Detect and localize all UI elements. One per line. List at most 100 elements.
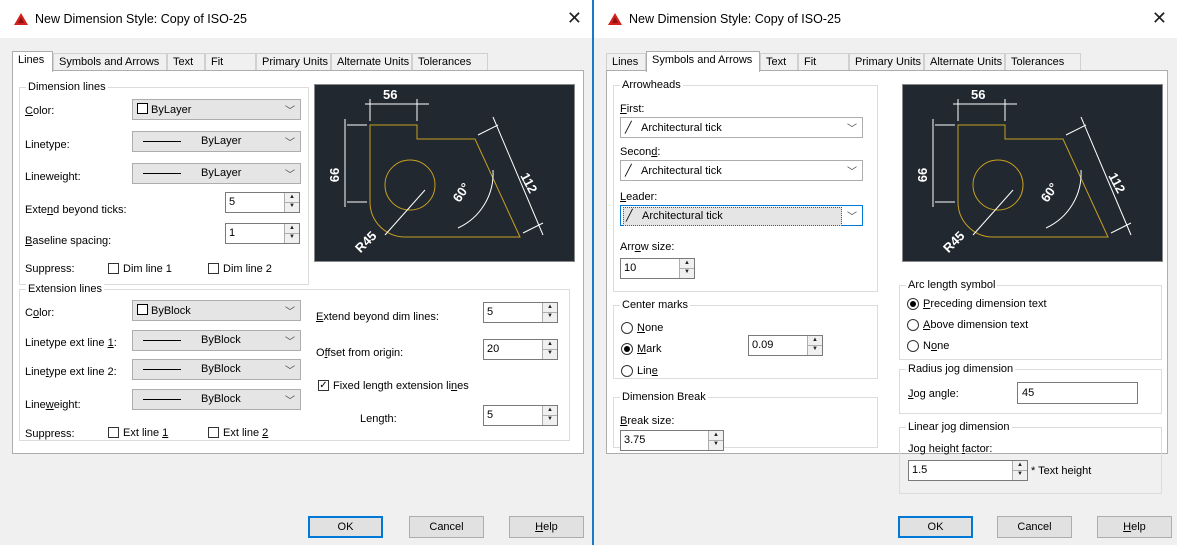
tab-symbols-and-arrows[interactable]: Symbols and Arrows — [646, 51, 760, 72]
tab-primary-units[interactable]: Primary Units — [256, 53, 331, 70]
tab-alternate-units[interactable]: Alternate Units — [331, 53, 412, 70]
center-mark-size-spinner[interactable]: 0.09 ▲ ▼ — [748, 335, 823, 356]
arc-preceding-radio[interactable] — [907, 298, 919, 310]
help-button[interactable]: Help — [509, 516, 584, 538]
help-button[interactable]: Help — [1097, 516, 1172, 538]
center-line-label: Line — [637, 365, 658, 377]
break-size-spinner[interactable]: 3.75 ▲ ▼ — [620, 430, 724, 451]
tab-tolerances[interactable]: Tolerances — [412, 53, 488, 70]
chevron-down-icon: ﹀ — [285, 396, 295, 407]
baseline-spacing-label: Baseline spacing: — [25, 235, 112, 247]
line-sample-icon — [143, 172, 181, 174]
dim-color-select[interactable]: ByLayer ﹀ — [132, 99, 301, 120]
cancel-button[interactable]: Cancel — [409, 516, 484, 538]
ext-linetype-1-select[interactable]: ByBlock ﹀ — [132, 330, 301, 351]
dim-linetype-select[interactable]: ByLayer ﹀ — [132, 131, 301, 152]
center-line-radio[interactable] — [621, 365, 633, 377]
dim-line-1-checkbox[interactable] — [108, 263, 119, 274]
center-none-label: None — [637, 322, 664, 334]
spin-down-icon[interactable]: ▼ — [1013, 470, 1027, 479]
dialog-title: New Dimension Style: Copy of ISO-25 — [35, 12, 247, 26]
close-icon[interactable]: ✕ — [567, 8, 582, 29]
arc-above-radio[interactable] — [907, 319, 919, 331]
tab-tolerances[interactable]: Tolerances — [1005, 53, 1081, 70]
jog-height-factor-spinner[interactable]: 1.5 ▲ ▼ — [908, 460, 1028, 481]
preview-dim-top: 56 — [971, 87, 985, 102]
leader-arrow-select[interactable]: ╱ Architectural tick ﹀ — [620, 205, 863, 226]
spin-down-icon[interactable]: ▼ — [285, 233, 299, 242]
group-legend: Arrowheads — [620, 79, 683, 92]
second-label: Second: — [620, 146, 661, 158]
spin-down-icon[interactable]: ▼ — [543, 312, 557, 321]
line-sample-icon — [143, 368, 181, 370]
group-legend: Center marks — [620, 299, 691, 312]
ext-line-2-checkbox[interactable] — [208, 427, 219, 438]
extend-dim-lines-spinner[interactable]: 5 ▲ ▼ — [483, 302, 558, 323]
ok-button[interactable]: OK — [898, 516, 973, 538]
tab-alternate-units[interactable]: Alternate Units — [924, 53, 1005, 70]
chevron-down-icon: ﹀ — [847, 124, 857, 135]
spin-down-icon[interactable]: ▼ — [543, 349, 557, 358]
group-legend: Radius jog dimension — [906, 363, 1016, 376]
spin-down-icon[interactable]: ▼ — [709, 440, 723, 449]
second-arrow-select[interactable]: ╱ Architectural tick ﹀ — [620, 160, 863, 181]
spin-down-icon[interactable]: ▼ — [285, 202, 299, 211]
group-legend: Dimension lines — [26, 81, 108, 94]
chevron-down-icon: ﹀ — [285, 170, 295, 181]
leader-label: Leader: — [620, 191, 658, 203]
preview-drawing: 56 66 112 60° R45 — [915, 87, 1132, 256]
tab-fit[interactable]: Fit — [205, 53, 256, 70]
center-mark-radio[interactable] — [621, 343, 633, 355]
title-bar[interactable]: New Dimension Style: Copy of ISO-25 ✕ — [0, 0, 592, 38]
ext-color-select[interactable]: ByBlock ﹀ — [132, 300, 301, 321]
length-spinner[interactable]: 5 ▲ ▼ — [483, 405, 558, 426]
group-legend: Arc length symbol — [906, 279, 998, 292]
ext-line-1-checkbox[interactable] — [108, 427, 119, 438]
ext-linetype-2-select[interactable]: ByBlock ﹀ — [132, 359, 301, 380]
offset-origin-spinner[interactable]: 20 ▲ ▼ — [483, 339, 558, 360]
preview-dim-radius: R45 — [352, 228, 379, 255]
tab-primary-units[interactable]: Primary Units — [849, 53, 924, 70]
spin-down-icon[interactable]: ▼ — [808, 345, 822, 354]
preview-dim-angle: 60° — [450, 180, 474, 205]
first-arrow-select[interactable]: ╱ Architectural tick ﹀ — [620, 117, 863, 138]
arrow-size-spinner[interactable]: 10 ▲ ▼ — [620, 258, 695, 279]
preview-dim-diag: 112 — [1105, 170, 1128, 196]
title-bar[interactable]: New Dimension Style: Copy of ISO-25 ✕ — [594, 0, 1177, 38]
tab-symbols-and-arrows[interactable]: Symbols and Arrows — [53, 53, 167, 70]
tab-text[interactable]: Text — [760, 53, 798, 70]
fixed-length-checkbox[interactable]: ✓ — [318, 380, 329, 391]
tab-text[interactable]: Text — [167, 53, 205, 70]
arc-none-radio[interactable] — [907, 340, 919, 352]
spin-down-icon[interactable]: ▼ — [680, 268, 694, 277]
preview-dim-left: 66 — [915, 168, 930, 182]
extension-lines-group: Extension lines Color: ByBlock ﹀ Linetyp… — [19, 283, 570, 441]
line-sample-icon — [143, 398, 181, 400]
tick-icon: ╱ — [625, 165, 632, 177]
dim-lineweight-select[interactable]: ByLayer ﹀ — [132, 163, 301, 184]
tab-panel-lines: Dimension lines Color: ByLayer ﹀ Linetyp… — [12, 70, 584, 454]
preview-dim-angle: 60° — [1038, 180, 1062, 205]
baseline-spacing-spinner[interactable]: 1 ▲ ▼ — [225, 223, 300, 244]
center-none-radio[interactable] — [621, 322, 633, 334]
tab-fit[interactable]: Fit — [798, 53, 849, 70]
tab-lines[interactable]: Lines — [12, 51, 53, 72]
spin-down-icon[interactable]: ▼ — [543, 415, 557, 424]
dim-line-2-label: Dim line 2 — [223, 263, 272, 275]
jog-angle-input[interactable]: 45 — [1017, 382, 1138, 404]
autocad-logo-icon — [14, 13, 28, 25]
ext-linetype-1-label: Linetype ext line 1: — [25, 337, 117, 349]
extend-beyond-ticks-spinner[interactable]: 5 ▲ ▼ — [225, 192, 300, 213]
dim-line-2-checkbox[interactable] — [208, 263, 219, 274]
ok-button[interactable]: OK — [308, 516, 383, 538]
dialog-title: New Dimension Style: Copy of ISO-25 — [629, 12, 841, 26]
line-sample-icon — [143, 140, 181, 142]
ext-lineweight-select[interactable]: ByBlock ﹀ — [132, 389, 301, 410]
preview-dim-diag: 112 — [517, 170, 540, 196]
tab-lines[interactable]: Lines — [606, 53, 646, 70]
suppress-label: Suppress: — [25, 263, 75, 275]
extend-beyond-ticks-label: Extend beyond ticks: — [25, 204, 127, 216]
close-icon[interactable]: ✕ — [1152, 8, 1167, 29]
ext-linetype-2-label: Linetype ext line 2: — [25, 366, 117, 378]
cancel-button[interactable]: Cancel — [997, 516, 1072, 538]
